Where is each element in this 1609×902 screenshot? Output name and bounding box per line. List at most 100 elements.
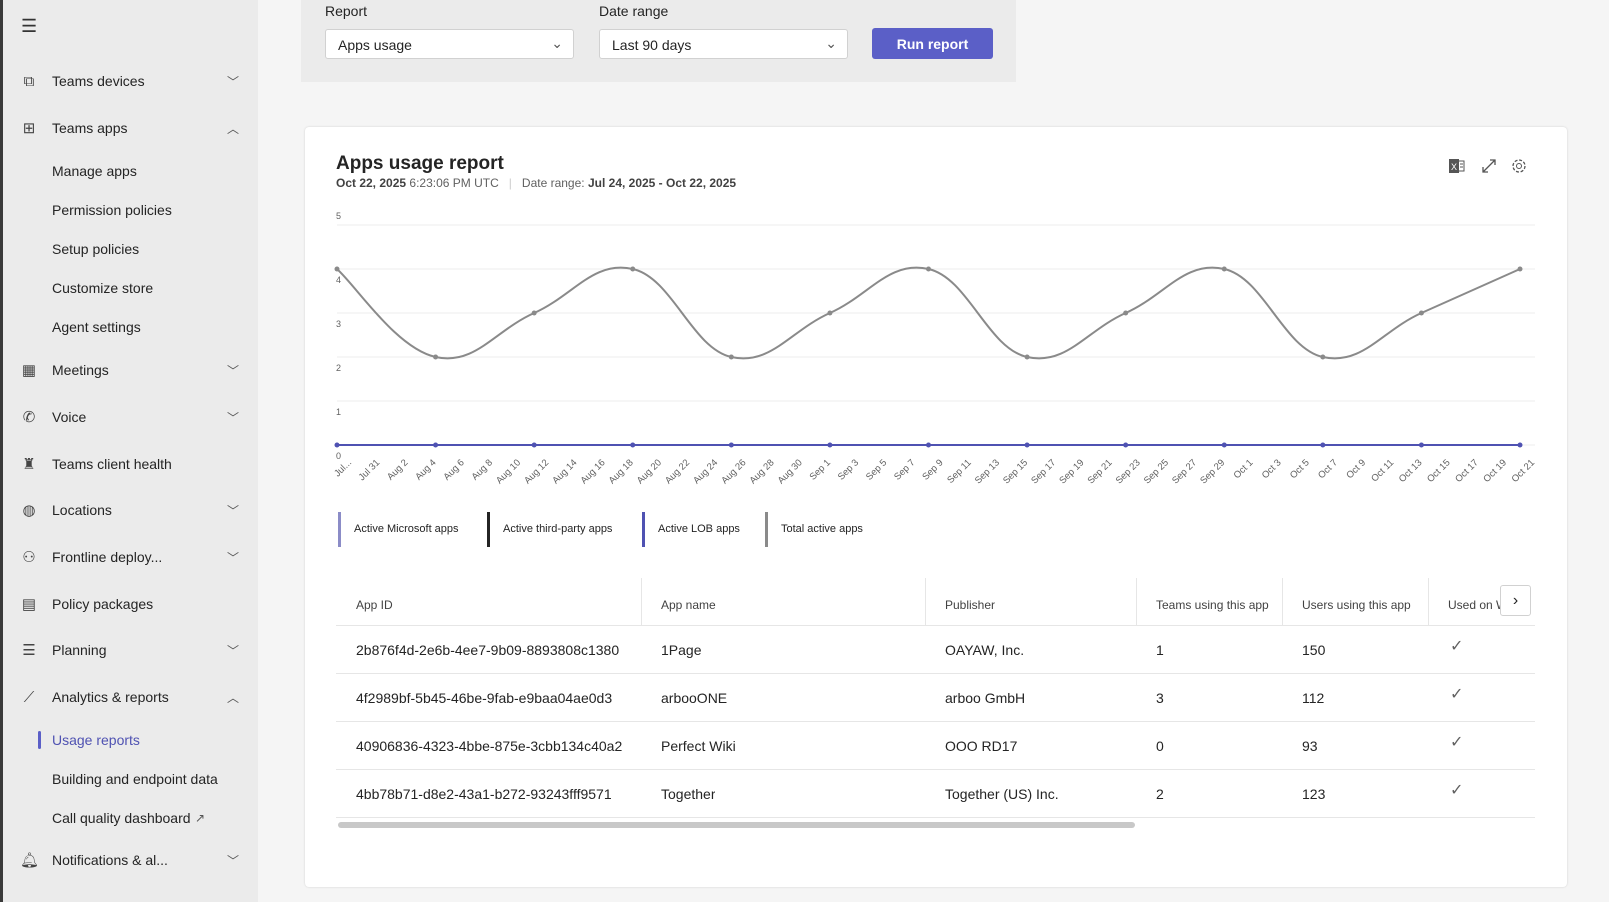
sidebar-item-call-quality-dashboard[interactable]: Call quality dashboard ↗ bbox=[3, 798, 258, 838]
sidebar-item-frontline-deploy[interactable]: ⚇ Frontline deploy... ﹀ bbox=[3, 537, 258, 577]
x-tick-label: Oct 5 bbox=[1288, 457, 1312, 481]
data-point[interactable] bbox=[926, 266, 931, 272]
x-tick-label: Sep 5 bbox=[864, 457, 889, 482]
data-point[interactable] bbox=[1418, 442, 1424, 448]
x-tick-label: Oct 9 bbox=[1344, 457, 1368, 481]
data-point[interactable] bbox=[926, 442, 931, 448]
legend-item[interactable]: Total active apps bbox=[765, 512, 863, 547]
data-point[interactable] bbox=[334, 266, 340, 272]
data-point[interactable] bbox=[630, 266, 636, 272]
y-tick-label: 4 bbox=[336, 275, 341, 285]
sidebar-item-label: Call quality dashboard bbox=[52, 810, 191, 826]
data-point[interactable] bbox=[1418, 310, 1424, 316]
check-icon: ✓ bbox=[1450, 734, 1464, 751]
chevron-down-icon[interactable]: ﹀ bbox=[227, 642, 239, 659]
sidebar-item-building-and-endpoint-data[interactable]: Building and endpoint data bbox=[3, 759, 258, 799]
y-tick-label: 2 bbox=[336, 363, 341, 373]
x-tick-label: Sep 27 bbox=[1170, 457, 1199, 486]
legend-item[interactable]: Active LOB apps bbox=[642, 512, 740, 547]
data-point[interactable] bbox=[827, 310, 833, 316]
data-point[interactable] bbox=[433, 354, 439, 360]
x-tick-label: Sep 29 bbox=[1198, 457, 1227, 486]
sidebar-item-policy-packages[interactable]: ▤ Policy packages bbox=[3, 584, 258, 624]
x-tick-label: Oct 7 bbox=[1316, 457, 1340, 481]
chevron-down-icon[interactable]: ﹀ bbox=[227, 852, 239, 869]
table-cell: arboo GmbH bbox=[945, 690, 1026, 706]
table-cell: arbooONE bbox=[661, 690, 728, 706]
column-divider[interactable] bbox=[925, 578, 926, 625]
x-tick-label: Oct 17 bbox=[1453, 457, 1481, 485]
data-point[interactable] bbox=[1024, 354, 1030, 360]
sidebar-item-usage-reports[interactable]: Usage reports bbox=[3, 720, 258, 760]
y-tick-label: 5 bbox=[336, 211, 341, 221]
table-row[interactable]: 40906836-4323-4bbe-875e-3cbb134c40a2 Perf… bbox=[336, 722, 1535, 770]
data-point[interactable] bbox=[531, 442, 537, 448]
sidebar-item-planning[interactable]: ☰ Planning ﹀ bbox=[3, 630, 258, 670]
column-divider[interactable] bbox=[1282, 578, 1283, 625]
legend-label: Active LOB apps bbox=[658, 523, 740, 535]
check-icon: ✓ bbox=[1450, 782, 1464, 799]
scroll-right-button[interactable]: › bbox=[1500, 585, 1531, 616]
check-icon: ✓ bbox=[1450, 686, 1464, 703]
data-point[interactable] bbox=[1517, 442, 1523, 448]
people-icon: ⚇ bbox=[22, 549, 36, 566]
legend-item[interactable]: Active Microsoft apps bbox=[338, 512, 459, 547]
data-point[interactable] bbox=[1320, 442, 1326, 448]
data-point[interactable] bbox=[1221, 442, 1227, 448]
x-tick-label: Aug 2 bbox=[385, 457, 410, 482]
table-cell: OOO RD17 bbox=[945, 738, 1018, 754]
table-row[interactable]: 2b876f4d-2e6b-4ee7-9b09-8893808c1380 1Pag… bbox=[336, 626, 1535, 674]
data-point[interactable] bbox=[433, 442, 439, 448]
table-row[interactable]: 4bb78b71-d8e2-43a1-b272-93243fff9571 Toge… bbox=[336, 770, 1535, 818]
x-tick-label: Oct 1 bbox=[1232, 457, 1256, 481]
data-point[interactable] bbox=[728, 354, 734, 360]
x-tick-label: Aug 12 bbox=[522, 457, 551, 486]
bell-icon: 🔔︎ bbox=[20, 852, 40, 869]
sidebar-item-label: Planning bbox=[52, 642, 107, 658]
table-row[interactable]: 4f2989bf-5b45-46be-9fab-e9baa04ae0d3 arbo… bbox=[336, 674, 1535, 722]
table-cell: Perfect Wiki bbox=[661, 738, 736, 754]
x-tick-label: Jul 31 bbox=[357, 457, 383, 483]
table-cell: 40906836-4323-4bbe-875e-3cbb134c40a2 bbox=[356, 738, 623, 754]
table-cell: 1Page bbox=[661, 642, 702, 658]
x-tick-label: Sep 23 bbox=[1114, 457, 1143, 486]
column-divider[interactable] bbox=[1428, 578, 1429, 625]
table-cell: 2b876f4d-2e6b-4ee7-9b09-8893808c1380 bbox=[356, 642, 620, 658]
legend-item[interactable]: Active third-party apps bbox=[487, 512, 612, 547]
table-cell: 2 bbox=[1156, 786, 1164, 802]
chevron-up-icon[interactable]: ︿ bbox=[227, 689, 239, 706]
x-tick-label: Aug 10 bbox=[494, 457, 523, 486]
data-point[interactable] bbox=[1221, 266, 1227, 272]
data-point[interactable] bbox=[827, 442, 833, 448]
table-cell: 93 bbox=[1302, 738, 1318, 754]
y-tick-label: 3 bbox=[336, 319, 341, 329]
sidebar-item-label: Usage reports bbox=[52, 732, 140, 748]
data-point[interactable] bbox=[531, 310, 537, 316]
data-point[interactable] bbox=[1517, 266, 1523, 272]
table-header-row: App ID App name Publisher Teams using this … bbox=[336, 578, 1535, 626]
table-cell: Together (US) Inc. bbox=[945, 786, 1059, 802]
sidebar-item-notifications-al[interactable]: 🔔︎ Notifications & al... ﹀ bbox=[3, 840, 258, 880]
data-point[interactable] bbox=[1320, 354, 1326, 360]
data-point[interactable] bbox=[1123, 442, 1129, 448]
x-tick-label: Sep 25 bbox=[1142, 457, 1171, 486]
external-link-icon: ↗ bbox=[195, 811, 206, 825]
x-tick-label: Sep 21 bbox=[1086, 457, 1115, 486]
chevron-down-icon[interactable]: ﹀ bbox=[227, 549, 239, 566]
table-cell: OAYAW, Inc. bbox=[945, 642, 1025, 658]
chart-icon: ⟋ bbox=[23, 688, 35, 706]
list-icon: ☰ bbox=[22, 642, 36, 659]
data-point[interactable] bbox=[1024, 442, 1030, 448]
column-divider[interactable] bbox=[1136, 578, 1137, 625]
table-cell: Together bbox=[661, 786, 716, 802]
x-tick-label: Aug 30 bbox=[776, 457, 805, 486]
data-point[interactable] bbox=[728, 442, 734, 448]
legend-label: Total active apps bbox=[781, 523, 863, 535]
sidebar-item-analytics-reports[interactable]: ⟋ Analytics & reports ︿ bbox=[3, 677, 258, 717]
data-point[interactable] bbox=[1123, 310, 1129, 316]
horizontal-scrollbar[interactable] bbox=[338, 822, 1135, 828]
x-tick-label: Oct 3 bbox=[1260, 457, 1284, 481]
data-point[interactable] bbox=[630, 442, 636, 448]
data-point[interactable] bbox=[334, 442, 340, 448]
column-divider[interactable] bbox=[641, 578, 642, 625]
